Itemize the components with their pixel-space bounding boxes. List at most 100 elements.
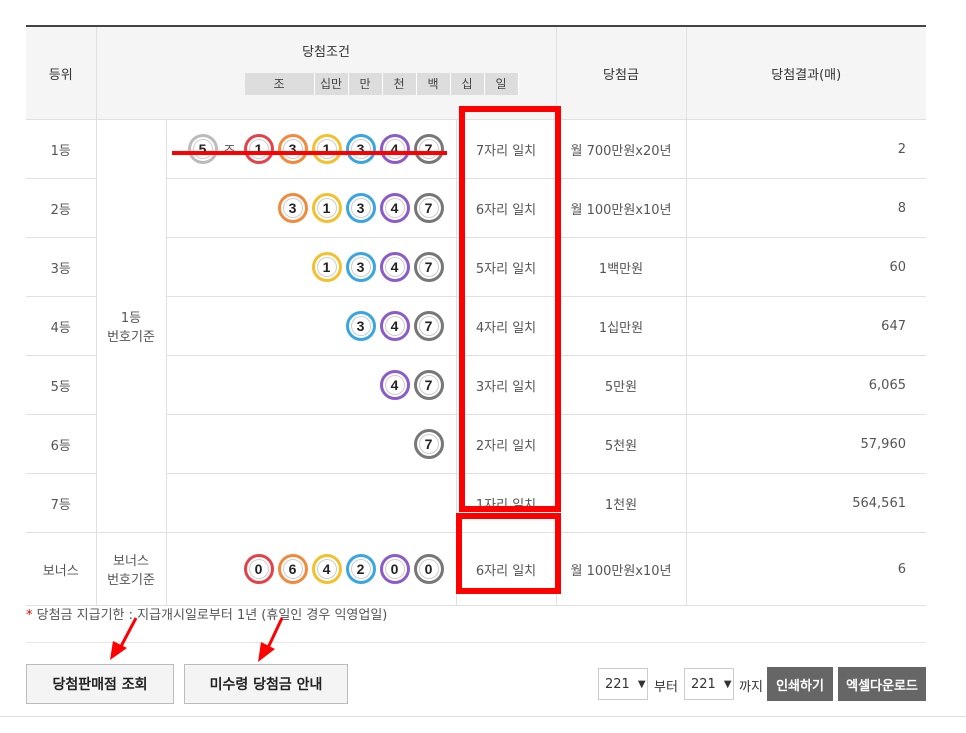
match-cell: 2자리 일치 [455,414,557,474]
digit-label: 만 [348,73,383,95]
winning-store-lookup-button[interactable]: 당첨판매점 조회 [26,664,174,704]
lottery-ball: 4 [379,134,410,164]
number-cell: 5조131347 [165,119,457,179]
lottery-ball: 7 [413,311,444,341]
chevron-down-icon: ▼ [637,678,646,690]
lottery-ball: 1 [311,252,342,282]
header-prize: 당첨금 [555,25,687,120]
header-condition: 당첨조건 조 십만 만 천 백 십 일 [95,25,557,120]
number-cell: 1347 [165,237,457,297]
prize-cell: 5천원 [555,414,687,474]
number-cell: 064200 [165,532,457,606]
match-cell: 7자리 일치 [455,119,557,179]
excel-download-button[interactable]: 엑셀다운로드 [838,667,926,701]
jo-ball: 5 [187,134,218,164]
lottery-ball: 3 [345,311,376,341]
lottery-ball: 0 [243,554,274,584]
print-button[interactable]: 인쇄하기 [767,667,833,701]
lottery-ball: 7 [413,134,444,164]
count-cell: 60 [685,237,926,297]
count-cell: 2 [685,119,926,179]
lottery-ball: 4 [379,193,410,223]
round-to-value: 221 [691,676,716,692]
lottery-ball: 4 [311,554,342,584]
header-condition-title: 당첨조건 [302,45,350,60]
prize-cell: 1천원 [555,473,687,533]
basis-cell: 보너스번호기준 [95,532,167,606]
ball-group: 347 [167,311,456,341]
count-cell: 647 [685,296,926,356]
ball-group: 47 [167,370,456,400]
ball-group: 31347 [167,193,456,223]
lottery-ball: 1 [243,134,274,164]
rank-cell: 1등 [26,119,97,179]
basis-line2: 번호기준 [107,573,155,588]
lottery-ball: 4 [379,370,410,400]
lottery-ball: 7 [413,193,444,223]
jo-label: 조 [223,143,236,159]
basis-line2: 번호기준 [107,330,155,345]
from-label: 부터 [654,680,678,695]
lottery-ball: 7 [413,252,444,282]
number-cell: 7 [165,414,457,474]
lottery-ball: 2 [345,554,376,584]
rank-cell: 6등 [26,414,97,474]
prize-cell: 5만원 [555,355,687,415]
ball-group: 1347 [167,252,456,282]
round-to-select[interactable]: 221 ▼ [684,668,734,700]
divider [26,642,926,643]
number-cell: 31347 [165,178,457,238]
digit-place-labels: 조 십만 만 천 백 십 일 [244,73,519,95]
to-label: 까지 [739,680,763,695]
match-cell: 6자리 일치 [455,178,557,238]
lottery-ball: 0 [379,554,410,584]
prize-cell: 월 100만원x10년 [555,178,687,238]
lottery-ball: 3 [345,134,376,164]
ball-group: 7 [167,429,456,459]
prize-cell: 월 700만원x20년 [555,119,687,179]
basis-cell: 1등번호기준 [95,119,167,533]
prize-cell: 1백만원 [555,237,687,297]
match-cell: 4자리 일치 [455,296,557,356]
number-cell [165,473,457,533]
round-from-value: 221 [605,676,630,692]
lottery-ball: 3 [277,193,308,223]
match-cell: 1자리 일치 [455,473,557,533]
lottery-ball: 4 [379,311,410,341]
payment-deadline-note: * 당첨금 지급기한 : 지급개시일로부터 1년 (휴일인 경우 익영업일) [26,604,387,623]
match-cell: 5자리 일치 [455,237,557,297]
lottery-ball: 0 [413,554,444,584]
rank-cell: 보너스 [26,532,97,606]
round-from-select[interactable]: 221 ▼ [598,668,648,700]
unclaimed-prize-info-button[interactable]: 미수령 당첨금 안내 [184,664,348,704]
count-cell: 8 [685,178,926,238]
lottery-ball: 1 [311,193,342,223]
lottery-ball: 1 [311,134,342,164]
arrow-icon [110,617,138,660]
rank-cell: 4등 [26,296,97,356]
digit-label: 일 [484,73,519,95]
rank-cell: 5등 [26,355,97,415]
lottery-ball: 3 [345,193,376,223]
ball-group: 064200 [167,554,456,584]
count-cell: 564,561 [685,473,926,533]
basis-line1: 1등 [120,311,142,326]
digit-label: 십만 [314,73,349,95]
lottery-ball: 3 [277,134,308,164]
header-rank: 등위 [26,25,97,120]
number-cell: 347 [165,296,457,356]
prize-cell: 1십만원 [555,296,687,356]
lottery-ball: 7 [413,429,444,459]
match-cell: 3자리 일치 [455,355,557,415]
basis-line1: 보너스 [113,554,149,569]
digit-label: 조 [244,73,315,95]
digit-label: 천 [382,73,417,95]
lottery-ball: 6 [277,554,308,584]
table-row: 1등 1등 번호기준 5 조 1 3 1 3 4 7 7자리 일치 월 700만원x20년 2 [26,119,926,533]
count-cell: 6,065 [685,355,926,415]
lottery-ball: 4 [379,252,410,282]
bottom-divider [0,716,966,717]
ball-group: 5조131347 [167,134,456,164]
digit-label: 백 [416,73,451,95]
header-result: 당첨결과(매) [685,25,926,120]
